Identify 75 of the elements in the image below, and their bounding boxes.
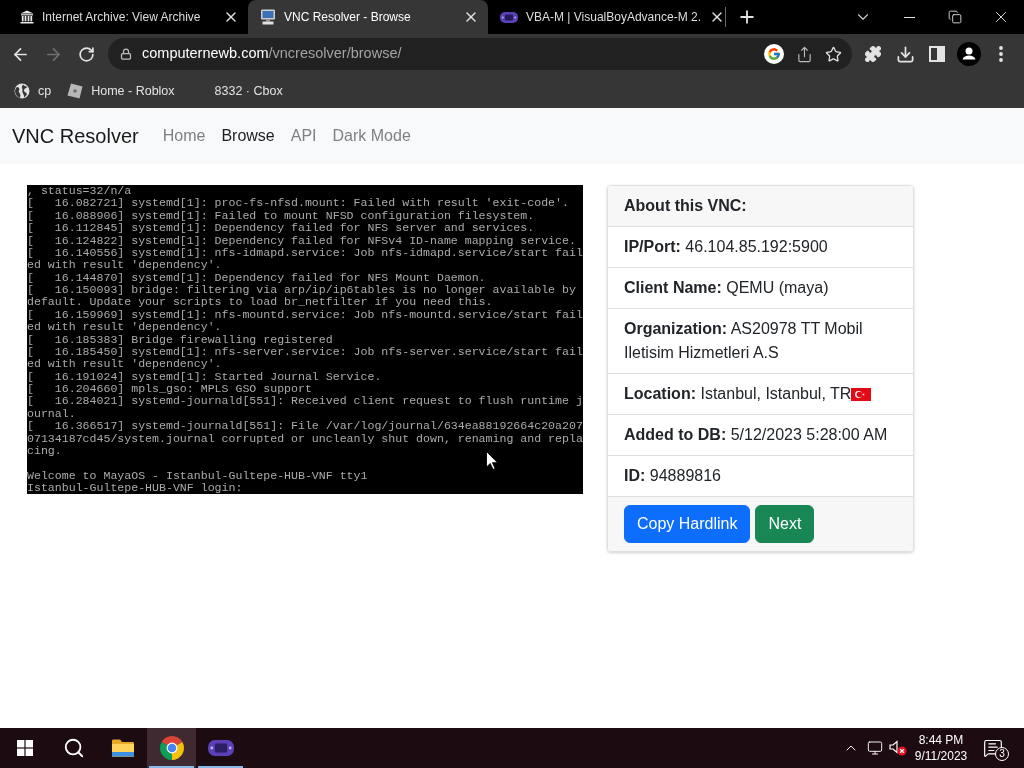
folder-icon xyxy=(111,739,134,757)
g-logo-icon xyxy=(764,44,784,64)
info-text: Organization: AS20978 TT Mobil Iletisim Hizmetleri A.S xyxy=(624,320,863,361)
console-line: cing. xyxy=(27,444,62,458)
lock-icon xyxy=(120,48,132,60)
browser-logo-icon xyxy=(159,736,184,760)
speaker-muted-icon xyxy=(889,740,907,756)
game-console-icon xyxy=(500,11,518,23)
console-line: [ 16.159969] systemd[1]: nfs-mountd.service: Job nfs-mountd.service/start fail xyxy=(27,308,583,322)
nav-link[interactable]: Dark Mode xyxy=(324,124,419,148)
console-line: [ 16.185383] Bridge firewalling registered xyxy=(27,333,334,346)
url-text: computernewb.com/vncresolver/browse/ xyxy=(142,44,402,64)
console-line: , status=32/n/a xyxy=(27,185,133,198)
console-line: [ 16.124822] systemd[1]: Dependency failed for NFSv4 ID-name mapping service. xyxy=(27,234,577,247)
star-icon xyxy=(825,45,842,63)
side-panel-icon xyxy=(929,46,945,62)
taskbar-app[interactable] xyxy=(147,728,196,768)
reload-icon xyxy=(78,45,95,63)
info-text: IP/Port: 46.104.85.192:5900 xyxy=(624,238,828,255)
console-line: [ 16.112845] systemd[1]: Dependency failed for NFS server and services. xyxy=(27,222,536,235)
address-bar[interactable]: computernewb.com/vncresolver/browse/ xyxy=(108,38,852,70)
console-line: ed with result 'dependency'. xyxy=(27,259,223,272)
console-line: [ 16.191024] systemd[1]: Started Journal Service. xyxy=(27,370,383,383)
console-line: [ 16.088906] systemd[1]: Failed to mount NFSD configuration filesystem. xyxy=(27,209,536,223)
console-line: [ 16.140556] systemd[1]: nfs-idmapd.service: Job nfs-idmapd.service/start fail xyxy=(27,246,583,260)
info-text: Location: Istanbul, Istanbul, TR xyxy=(624,385,852,402)
card-header: About this VNC: xyxy=(608,186,913,227)
info-text: Added to DB: 5/12/2023 5:28:00 AM xyxy=(624,426,888,443)
console-line: [ 16.150093] bridge: filtering via arp/ip/ip6tables is no longer available by xyxy=(27,284,577,297)
computer-icon xyxy=(260,9,276,25)
plus-icon xyxy=(737,7,757,27)
notification-count: 3 xyxy=(995,747,1009,761)
minimize-icon xyxy=(903,16,915,18)
bookmark-item[interactable]: cp xyxy=(6,77,60,105)
menu-icon xyxy=(999,46,1003,62)
brand-link[interactable]: VNC Resolver xyxy=(12,121,139,151)
console-line: Istanbul-Gultepe-HUB-VNF login: xyxy=(27,482,244,495)
console-line: [ 16.082721] systemd[1]: proc-fs-nfsd.mount: Failed with result 'exit-code'. xyxy=(27,197,570,210)
globe-icon xyxy=(14,83,30,99)
windows-logo-icon xyxy=(16,740,33,756)
next-button[interactable]: Next xyxy=(755,505,815,543)
info-text: Client Name: QEMU (maya) xyxy=(624,279,829,296)
bookmark-item[interactable]: Home - Roblox xyxy=(59,77,183,105)
console-line: 07134187cd45/system.journal corrupted or uncleanly shut down, renaming and repla xyxy=(27,432,583,445)
share-icon xyxy=(796,45,813,63)
console-line: ed with result 'dependency'. xyxy=(27,321,223,334)
nav-link[interactable]: API xyxy=(282,124,325,148)
copy-hardlink-button[interactable]: Copy Hardlink xyxy=(624,505,751,543)
console-line: [ 16.284021] systemd-journald[551]: Received client request to flush runtime j xyxy=(27,395,583,408)
restore-icon xyxy=(948,10,962,24)
game-console-icon xyxy=(207,740,234,756)
console-line: ournal. xyxy=(27,407,77,421)
console-line: [ 16.366517] systemd-journald[551]: File /var/log/journal/634ea88192664c20a207 xyxy=(27,420,583,433)
console-line: [ 16.185450] systemd[1]: nfs-server.service: Job nfs-server.service/start fail xyxy=(27,345,583,359)
console-line: [ 16.144870] systemd[1]: Dependency failed for NFS Mount Daemon. xyxy=(27,271,487,284)
browser-tab[interactable]: VNC Resolver - Browse xyxy=(248,0,488,34)
notifications-button[interactable]: 3 xyxy=(971,728,1015,768)
nav-link[interactable]: Home xyxy=(154,124,214,148)
download-icon xyxy=(895,44,915,64)
console-line: Welcome to MayaOS - Istanbul-Gultepe-HUB-VNF tty1 xyxy=(27,469,369,482)
mouse-pointer-icon xyxy=(486,451,498,470)
chat-bubble-icon xyxy=(983,738,1003,758)
console-line: default. Update your scripts to load br_netfilter if you need this. xyxy=(27,296,494,309)
console-line: ed with result 'dependency'. xyxy=(27,358,223,371)
bookmark-item[interactable]: 8332 · Cbox xyxy=(182,77,291,105)
puzzle-icon xyxy=(864,45,882,63)
clock-date[interactable]: 9/11/2023 xyxy=(914,748,968,764)
columns-building-icon xyxy=(20,10,34,24)
info-text: ID: 94889816 xyxy=(624,467,721,484)
monitor-icon xyxy=(867,740,883,756)
clock-time[interactable]: 8:44 PM xyxy=(918,732,964,748)
user-avatar-icon xyxy=(957,42,981,66)
search-icon xyxy=(62,737,85,759)
nav-link[interactable]: Browse xyxy=(213,124,283,148)
console-line: [ 16.204660] mpls_gso: MPLS GSO support xyxy=(27,383,313,396)
